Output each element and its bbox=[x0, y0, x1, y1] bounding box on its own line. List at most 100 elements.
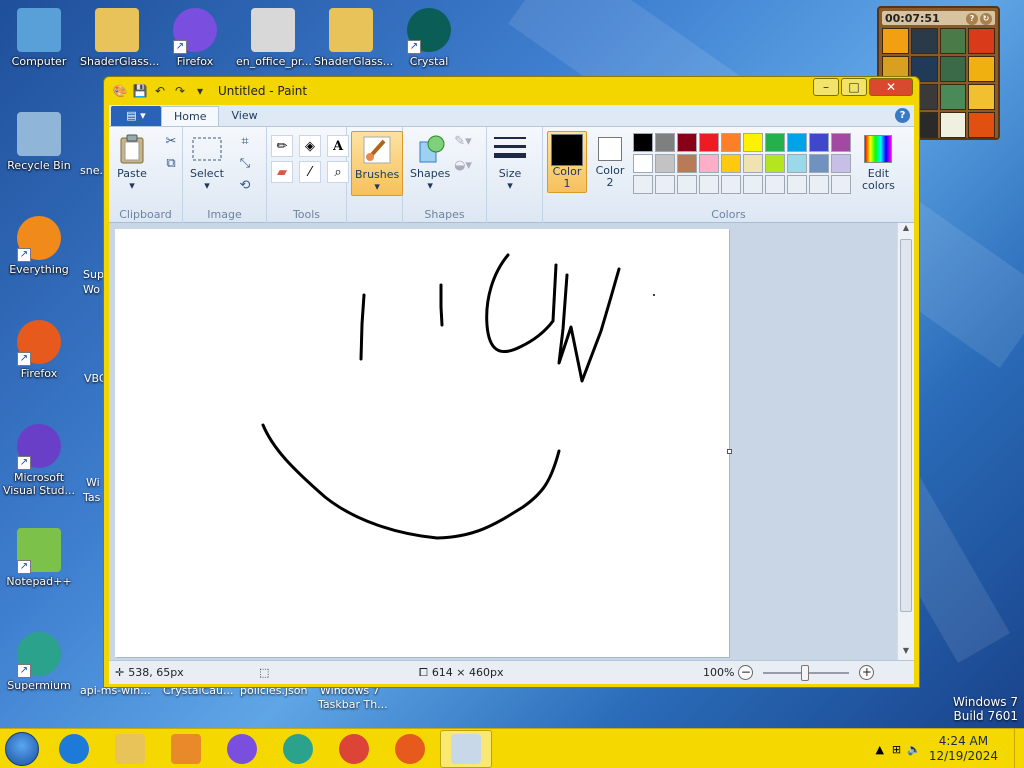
palette-swatch[interactable] bbox=[633, 175, 653, 194]
paint-app-icon[interactable]: 🎨 bbox=[112, 83, 128, 99]
palette-swatch[interactable] bbox=[787, 175, 807, 194]
brushes-button[interactable]: Brushes ▾ bbox=[351, 131, 404, 196]
desktop-icon-everything[interactable]: ↗ Everything bbox=[2, 216, 76, 276]
taskbar-firefox[interactable] bbox=[384, 730, 436, 768]
pencil-icon[interactable]: ✏ bbox=[271, 135, 293, 157]
gadget-tile[interactable] bbox=[968, 112, 995, 138]
color-1-button[interactable]: Color 1 bbox=[547, 131, 587, 193]
clock[interactable]: 4:24 AM 12/19/2024 bbox=[929, 734, 998, 764]
desktop-icon-computer[interactable]: Computer bbox=[2, 8, 76, 68]
palette-swatch[interactable] bbox=[809, 133, 829, 152]
gadget-tile[interactable] bbox=[968, 28, 995, 54]
palette-swatch[interactable] bbox=[787, 154, 807, 173]
vertical-scrollbar[interactable]: ▲ ▼ bbox=[897, 223, 914, 660]
select-button[interactable]: Select ▾ bbox=[187, 131, 227, 194]
palette-swatch[interactable] bbox=[743, 154, 763, 173]
help-icon[interactable]: ? bbox=[895, 108, 910, 123]
text-tool-icon[interactable]: A bbox=[327, 135, 349, 157]
gadget-tile[interactable] bbox=[939, 56, 967, 82]
palette-swatch[interactable] bbox=[633, 133, 653, 152]
gadget-tile[interactable] bbox=[939, 28, 967, 54]
palette-swatch[interactable] bbox=[831, 133, 851, 152]
fill-bucket-icon[interactable]: ◈ bbox=[299, 135, 321, 157]
desktop-icon-firefox[interactable]: ↗ Firefox bbox=[158, 8, 232, 68]
magnifier-icon[interactable]: ⌕ bbox=[327, 161, 349, 183]
title-bar[interactable]: 🎨 💾 ↶ ↷ ▾ Untitled - Paint – □ ✕ bbox=[104, 77, 919, 105]
drawing-canvas[interactable] bbox=[115, 229, 729, 657]
resize-handle-right[interactable] bbox=[727, 449, 732, 454]
palette-swatch[interactable] bbox=[633, 154, 653, 173]
palette-swatch[interactable] bbox=[831, 154, 851, 173]
palette-swatch[interactable] bbox=[699, 175, 719, 194]
taskbar-media-player[interactable] bbox=[160, 730, 212, 768]
desktop-icon-disc-image[interactable]: en_office_pr... bbox=[236, 8, 312, 68]
desktop-icon-notepad-plus[interactable]: ↗ Notepad++ bbox=[2, 528, 76, 588]
scroll-down-arrow[interactable]: ▼ bbox=[898, 646, 914, 660]
redo-icon[interactable]: ↷ bbox=[172, 83, 188, 99]
outline-icon[interactable]: ✎▾ bbox=[453, 131, 473, 151]
palette-swatch[interactable] bbox=[677, 175, 697, 194]
palette-swatch[interactable] bbox=[765, 154, 785, 173]
save-icon[interactable]: 💾 bbox=[132, 83, 148, 99]
desktop-icon-zip-folder[interactable]: ShaderGlass... bbox=[314, 8, 393, 68]
color-palette[interactable] bbox=[633, 133, 851, 194]
palette-swatch[interactable] bbox=[655, 175, 675, 194]
minimize-button[interactable]: – bbox=[813, 78, 839, 96]
gadget-tile[interactable] bbox=[968, 84, 995, 110]
desktop-icon-supermium[interactable]: ↗ Supermium bbox=[2, 632, 76, 692]
palette-swatch[interactable] bbox=[721, 154, 741, 173]
tab-view[interactable]: View bbox=[219, 106, 269, 126]
resize-icon[interactable]: ⤡ bbox=[235, 153, 255, 173]
gadget-tile[interactable] bbox=[939, 84, 967, 110]
cut-icon[interactable]: ✂ bbox=[161, 131, 181, 151]
canvas-viewport[interactable]: ▲ ▼ bbox=[109, 223, 914, 660]
edit-colors-button[interactable]: Edit colors bbox=[859, 131, 898, 194]
palette-swatch[interactable] bbox=[765, 133, 785, 152]
taskbar-file-explorer[interactable] bbox=[104, 730, 156, 768]
gadget-tile[interactable] bbox=[910, 28, 938, 54]
desktop-icon-folder[interactable]: ShaderGlass... bbox=[80, 8, 159, 68]
palette-swatch[interactable] bbox=[677, 133, 697, 152]
zoom-slider-thumb[interactable] bbox=[801, 664, 810, 681]
shapes-button[interactable]: Shapes ▾ bbox=[407, 131, 453, 194]
color-picker-icon[interactable]: ⁄ bbox=[299, 161, 321, 183]
taskbar-firefox[interactable] bbox=[216, 730, 268, 768]
network-icon[interactable]: ⊞ bbox=[892, 743, 901, 756]
palette-swatch[interactable] bbox=[721, 133, 741, 152]
tab-home[interactable]: Home bbox=[161, 106, 220, 126]
start-button[interactable] bbox=[0, 729, 44, 768]
copy-icon[interactable]: ⧉ bbox=[161, 153, 181, 173]
palette-swatch[interactable] bbox=[699, 154, 719, 173]
paint-menu-button[interactable]: ▤ ▾ bbox=[111, 106, 161, 126]
palette-swatch[interactable] bbox=[655, 133, 675, 152]
zoom-in-button[interactable]: + bbox=[859, 665, 875, 680]
palette-swatch[interactable] bbox=[677, 154, 697, 173]
palette-swatch[interactable] bbox=[655, 154, 675, 173]
palette-swatch[interactable] bbox=[743, 133, 763, 152]
scroll-up-arrow[interactable]: ▲ bbox=[898, 223, 914, 237]
palette-swatch[interactable] bbox=[721, 175, 741, 194]
desktop-icon-firefox[interactable]: ↗ Firefox bbox=[2, 320, 76, 380]
fill-icon[interactable]: ◒▾ bbox=[453, 155, 473, 175]
show-desktop-button[interactable] bbox=[1014, 729, 1024, 768]
palette-swatch[interactable] bbox=[787, 133, 807, 152]
rotate-icon[interactable]: ⟲ bbox=[235, 175, 255, 195]
palette-swatch[interactable] bbox=[765, 175, 785, 194]
gadget-tile[interactable] bbox=[968, 56, 995, 82]
show-hidden-icons-icon[interactable]: ▲ bbox=[875, 743, 883, 756]
refresh-icon[interactable]: ↻ bbox=[980, 13, 992, 25]
eraser-icon[interactable]: ▰ bbox=[271, 161, 293, 183]
taskbar-supermium[interactable] bbox=[272, 730, 324, 768]
color-2-button[interactable]: Color 2 bbox=[591, 131, 629, 191]
maximize-button[interactable]: □ bbox=[841, 78, 867, 96]
taskbar-chrome[interactable] bbox=[328, 730, 380, 768]
desktop-icon-recycle-bin[interactable]: Recycle Bin bbox=[2, 112, 76, 172]
paint-window[interactable]: 🎨 💾 ↶ ↷ ▾ Untitled - Paint – □ ✕ ▤ ▾ Hom… bbox=[103, 76, 920, 688]
crop-icon[interactable]: ⌗ bbox=[235, 131, 255, 151]
close-button[interactable]: ✕ bbox=[869, 78, 913, 96]
scroll-thumb[interactable] bbox=[900, 239, 912, 612]
palette-swatch[interactable] bbox=[831, 175, 851, 194]
palette-swatch[interactable] bbox=[809, 154, 829, 173]
palette-swatch[interactable] bbox=[699, 133, 719, 152]
zoom-slider[interactable] bbox=[763, 664, 850, 681]
